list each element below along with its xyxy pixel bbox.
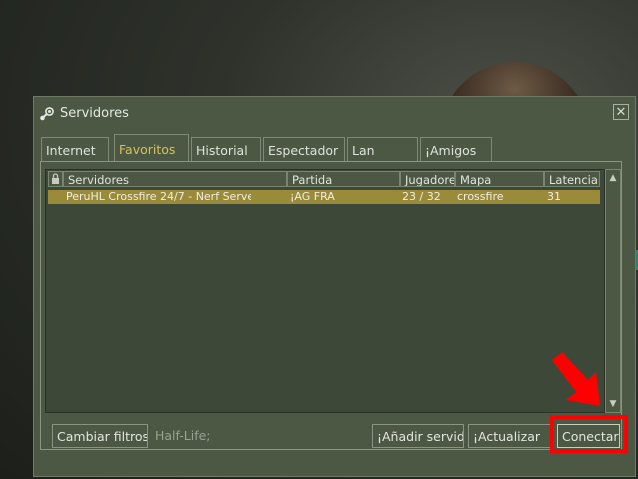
add-server-button[interactable]: ¡Añadir servidor (372, 424, 464, 448)
steam-icon (40, 107, 54, 121)
column-header-latency[interactable]: Latencia (544, 171, 600, 187)
tab-amigos[interactable]: ¡Amigos (420, 137, 492, 161)
cell-latency: 31 (547, 190, 561, 203)
cell-server-name: PeruHL Crossfire 24/7 - Nerf Servers (66, 190, 251, 203)
list-header: Servidores Partida Jugadores Mapa Latenc… (46, 170, 604, 188)
column-header-game[interactable]: Partida (287, 171, 400, 187)
cell-game: ¡AG FRA (290, 190, 335, 203)
tab-espectador[interactable]: Espectador (263, 137, 345, 161)
servers-window: Servidores ✕ Internet Favoritos Historia… (33, 96, 636, 477)
cell-map: crossfire (457, 190, 504, 203)
column-header-lock[interactable] (48, 171, 63, 187)
window-title: Servidores (60, 106, 129, 121)
close-button[interactable]: ✕ (613, 104, 629, 120)
annotation-highlight-box (550, 415, 628, 453)
change-filters-button[interactable]: Cambiar filtros (52, 424, 148, 448)
scroll-down-icon[interactable]: ▼ (606, 396, 620, 412)
column-header-map[interactable]: Mapa (455, 171, 544, 187)
refresh-button[interactable]: ¡Actualizar (468, 424, 552, 448)
title-bar[interactable]: Servidores ✕ (34, 97, 635, 129)
tab-favoritos[interactable]: Favoritos (114, 134, 189, 162)
close-icon: ✕ (615, 105, 627, 120)
column-header-servers[interactable]: Servidores (63, 171, 287, 187)
tab-historial[interactable]: Historial (191, 137, 261, 161)
column-header-players[interactable]: Jugadores (400, 171, 455, 187)
scroll-up-icon[interactable]: ▲ (606, 170, 620, 186)
table-row[interactable]: PeruHL Crossfire 24/7 - Nerf Servers ¡AG… (48, 190, 600, 204)
server-list[interactable]: Servidores Partida Jugadores Mapa Latenc… (45, 169, 605, 413)
annotation-arrow-icon (552, 352, 600, 406)
cell-players: 23 / 32 (402, 190, 441, 203)
lock-icon (52, 173, 59, 184)
tab-lan[interactable]: Lan (347, 137, 418, 161)
filter-summary: Half-Life; (155, 428, 211, 443)
tab-internet[interactable]: Internet (41, 137, 109, 161)
